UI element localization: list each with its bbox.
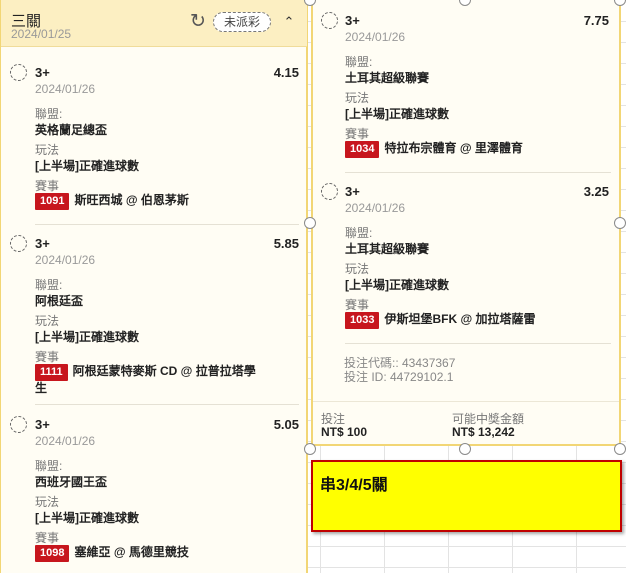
bet-selection: 3+ xyxy=(35,417,50,432)
bet-odds: 5.85 xyxy=(273,236,299,251)
event-match: 1091 斯旺西城 @ 伯恩茅斯 xyxy=(35,193,265,210)
event-match: 1111 阿根廷蒙特麥斯 CD @ 拉普拉塔學生 xyxy=(35,364,265,395)
event-code-badge: 1033 xyxy=(345,312,380,329)
event-match: 1033 伊斯坦堡BFK @ 加拉塔薩雷 xyxy=(345,312,575,329)
event-match: 1098 塞維亞 @ 馬德里競技 xyxy=(35,545,265,562)
bet-date: 2024/01/26 xyxy=(35,82,96,96)
bet-date: 2024/01/26 xyxy=(345,30,406,44)
chevron-up-icon[interactable]: ⌃ xyxy=(281,12,297,32)
bet-id: 投注 ID: 44729102.1 xyxy=(344,370,454,384)
market-label: 玩法 xyxy=(35,314,60,328)
bet-date: 2024/01/26 xyxy=(35,253,96,267)
right-ticket-panel: 3+ 7.75 2024/01/26 聯盟: 土耳其超級聯賽 玩法 [上半場]正… xyxy=(311,0,621,446)
stake-value: NT$ 100 xyxy=(321,425,368,439)
bet-radio[interactable] xyxy=(10,235,27,252)
market-value: [上半場]正確進球數 xyxy=(35,330,139,344)
league-label: 聯盟: xyxy=(345,226,373,240)
bet-date: 2024/01/26 xyxy=(345,201,406,215)
market-label: 玩法 xyxy=(345,262,370,276)
event-code-badge: 1098 xyxy=(35,545,70,562)
event-match: 1034 特拉布宗體育 @ 里澤體育 xyxy=(345,141,575,158)
market-label: 玩法 xyxy=(345,91,370,105)
market-label: 玩法 xyxy=(35,495,60,509)
bet-radio[interactable] xyxy=(10,416,27,433)
bet-selection: 3+ xyxy=(35,65,50,80)
resize-handle[interactable] xyxy=(614,217,626,229)
event-label: 賽事 xyxy=(35,350,60,364)
status-badge: 未派彩 xyxy=(213,12,271,32)
resize-handle[interactable] xyxy=(304,443,316,455)
resize-handle[interactable] xyxy=(614,443,626,455)
bet-radio[interactable] xyxy=(10,64,27,81)
market-value: [上半場]正確進球數 xyxy=(35,511,139,525)
event-label: 賽事 xyxy=(35,531,60,545)
league-label: 聯盟: xyxy=(35,278,63,292)
market-value: [上半場]正確進球數 xyxy=(345,107,449,121)
bet-radio[interactable] xyxy=(321,12,338,29)
bet-date: 2024/01/26 xyxy=(35,434,96,448)
ticket-date: 2024/01/25 xyxy=(11,27,72,41)
league-label: 聯盟: xyxy=(345,55,373,69)
bet-odds: 7.75 xyxy=(583,13,609,28)
league-value: 土耳其超級聯賽 xyxy=(345,242,430,256)
ticket-header[interactable]: 三關 2024/01/25 ↻ 未派彩 ⌃ xyxy=(1,0,307,47)
event-code-badge: 1111 xyxy=(35,364,68,381)
bet-selection: 3+ xyxy=(35,236,50,251)
divider xyxy=(313,401,619,402)
payout-value: NT$ 13,242 xyxy=(452,425,515,439)
league-label: 聯盟: xyxy=(35,459,63,473)
match-name: 特拉布宗體育 @ 里澤體育 xyxy=(384,141,523,155)
match-name: 阿根廷蒙特麥斯 CD @ 拉普拉塔學生 xyxy=(35,364,256,395)
bet-odds: 5.05 xyxy=(273,417,299,432)
refresh-icon[interactable]: ↻ xyxy=(188,12,208,32)
note-text: 串3/4/5關 xyxy=(320,477,388,494)
market-label: 玩法 xyxy=(35,143,60,157)
league-value: 英格蘭足總盃 xyxy=(35,123,108,137)
bet-selection: 3+ xyxy=(345,184,360,199)
event-label: 賽事 xyxy=(345,298,370,312)
market-value: [上半場]正確進球數 xyxy=(345,278,449,292)
note-box[interactable]: 串3/4/5關 xyxy=(311,460,622,532)
match-name: 伊斯坦堡BFK @ 加拉塔薩雷 xyxy=(384,312,536,326)
league-value: 阿根廷盃 xyxy=(35,294,84,308)
divider xyxy=(35,224,299,225)
divider xyxy=(345,343,611,344)
bet-radio[interactable] xyxy=(321,183,338,200)
left-ticket-panel: 三關 2024/01/25 ↻ 未派彩 ⌃ 3+ 4.15 2024/01/26… xyxy=(0,0,308,573)
league-value: 土耳其超級聯賽 xyxy=(345,71,430,85)
match-name: 斯旺西城 @ 伯恩茅斯 xyxy=(74,193,189,207)
bet-selection: 3+ xyxy=(345,13,360,28)
divider xyxy=(35,404,299,405)
bet-odds: 4.15 xyxy=(273,65,299,80)
divider xyxy=(345,172,611,173)
event-code-badge: 1091 xyxy=(35,193,70,210)
resize-handle[interactable] xyxy=(459,443,471,455)
event-code-badge: 1034 xyxy=(345,141,380,158)
market-value: [上半場]正確進球數 xyxy=(35,159,139,173)
event-label: 賽事 xyxy=(35,179,60,193)
bet-odds: 3.25 xyxy=(583,184,609,199)
league-label: 聯盟: xyxy=(35,107,63,121)
event-label: 賽事 xyxy=(345,127,370,141)
league-value: 西班牙國王盃 xyxy=(35,475,108,489)
resize-handle[interactable] xyxy=(304,217,316,229)
match-name: 塞維亞 @ 馬德里競技 xyxy=(74,545,189,559)
